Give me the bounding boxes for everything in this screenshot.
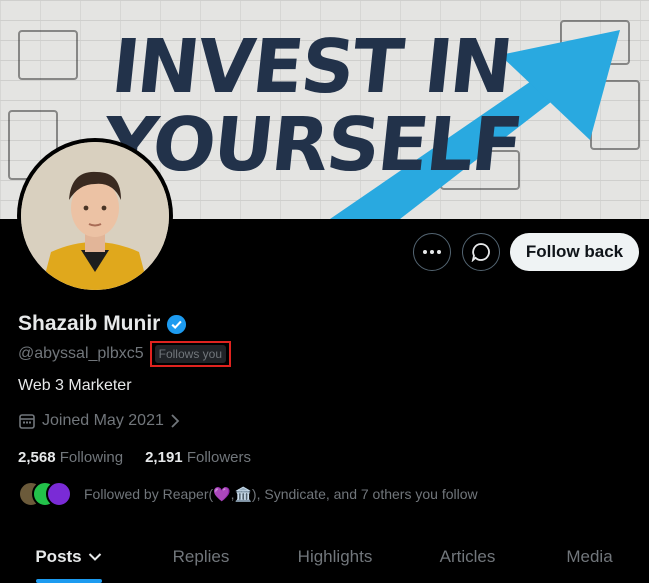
chevron-right-icon <box>171 414 180 428</box>
following-link[interactable]: 2,568 Following <box>18 449 123 466</box>
mutual-avatars <box>18 481 72 507</box>
follows-you-highlight: Follows you <box>149 341 231 367</box>
profile-tabs: Posts Replies Highlights Articles Media <box>0 530 649 583</box>
follow-stats: 2,568 Following 2,191 Followers <box>18 449 251 466</box>
tab-highlights[interactable]: Highlights <box>265 530 405 583</box>
more-icon <box>423 250 441 254</box>
follows-you-badge: Follows you <box>154 345 226 363</box>
followers-count: 2,191 <box>145 449 183 466</box>
chevron-down-icon <box>88 552 101 561</box>
handle: @abyssal_plbxc5 <box>18 345 144 362</box>
handle-row: @abyssal_plbxc5 Follows you <box>18 341 231 367</box>
following-label: Following <box>59 449 124 466</box>
verified-badge-icon[interactable] <box>166 314 187 335</box>
bio: Web 3 Marketer <box>18 377 132 394</box>
follow-back-button[interactable]: Follow back <box>510 233 639 271</box>
more-options-button[interactable] <box>413 233 451 271</box>
message-icon <box>471 243 490 262</box>
joined-date: Joined May 2021 <box>42 412 164 429</box>
banner-headline: INVEST IN YOURSELF <box>99 24 546 188</box>
tab-posts[interactable]: Posts <box>0 530 137 583</box>
joined-row[interactable]: Joined May 2021 <box>18 412 180 430</box>
tab-articles[interactable]: Articles <box>405 530 530 583</box>
display-name-row: Shazaib Munir <box>18 312 187 336</box>
tab-label: Posts <box>35 546 82 566</box>
calendar-icon <box>19 414 35 429</box>
followed-by-text: Followed by Reaper(💜,🏛️), Syndicate, and… <box>84 485 478 502</box>
tab-media[interactable]: Media <box>530 530 649 583</box>
message-button[interactable] <box>462 233 500 271</box>
banner-line-1: INVEST IN <box>107 24 515 110</box>
mutual-avatar <box>46 481 72 507</box>
banner-line-2: YOURSELF <box>99 102 525 188</box>
tab-label: Highlights <box>297 546 373 566</box>
tab-replies[interactable]: Replies <box>137 530 265 583</box>
followers-label: Followers <box>186 449 251 466</box>
followed-by-row[interactable]: Followed by Reaper(💜,🏛️), Syndicate, and… <box>18 481 478 507</box>
avatar[interactable] <box>17 138 173 294</box>
followers-link[interactable]: 2,191 Followers <box>145 449 251 466</box>
following-count: 2,568 <box>18 449 56 466</box>
tab-label: Articles <box>439 546 496 566</box>
display-name: Shazaib Munir <box>18 312 161 335</box>
avatar-image <box>21 142 169 290</box>
tab-label: Replies <box>172 546 230 566</box>
tab-label: Media <box>566 546 613 566</box>
